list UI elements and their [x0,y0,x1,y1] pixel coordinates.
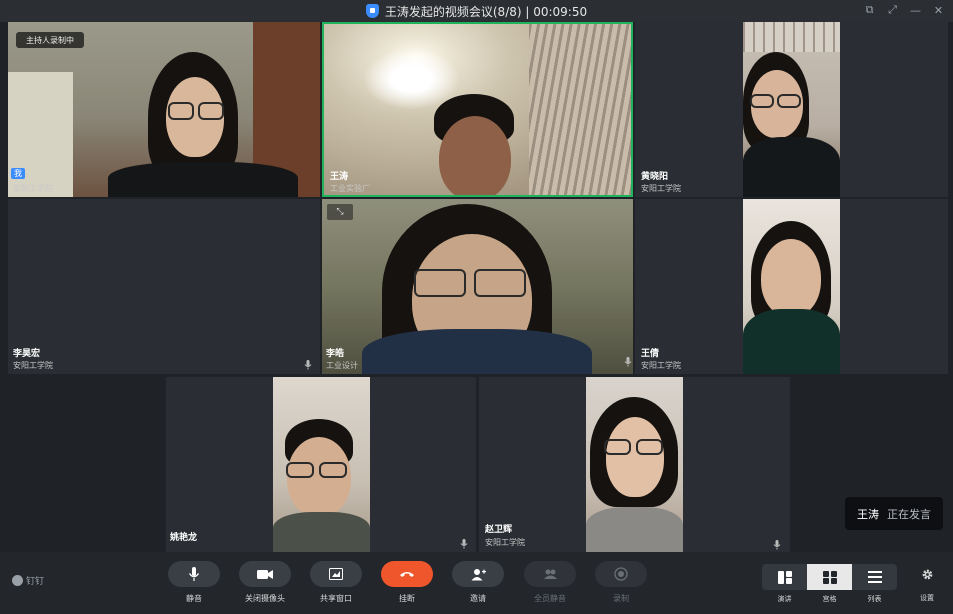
mute-all-icon [543,569,557,579]
hang-up-button[interactable]: 挂断 [381,561,433,604]
share-window-button[interactable]: 共享窗口 [310,561,362,604]
list-view-label: 列表 [867,595,882,603]
popout-icon[interactable]: ⧉ [863,3,876,17]
title-bar: 王涛发起的视频会议(8/8) | 00:09:50 ⧉ ⤢ — ✕ [0,0,953,22]
curtain [529,24,631,195]
mic-muted-icon [304,355,312,370]
list-view-button[interactable] [852,564,897,590]
security-shield-icon [365,4,379,18]
self-tag: 我 [11,168,25,179]
speaker-view-label: 演讲 [777,595,792,603]
mic-muted-icon [773,535,781,550]
grid-view-icon [822,570,837,584]
fullscreen-icon[interactable]: ⤢ [886,3,899,17]
settings-button[interactable]: 设置 [914,568,940,603]
camera-off-label: 关闭摄像头 [245,594,285,603]
video-tile-yaoyanlong[interactable]: 姚艳龙 [166,377,476,552]
microphone-icon [188,567,200,581]
speaking-indicator: 王涛 正在发言 [845,497,943,530]
list-view-icon [867,571,882,583]
speaker-view-button[interactable] [762,564,807,590]
grid-view-button[interactable] [807,564,852,590]
video-tile-wangqian[interactable]: 王倩 安阳工学院 [635,199,948,374]
video-tile-huangxiaoyang[interactable]: 黄晓阳 安阳工学院 [635,22,948,197]
logo-text: 钉钉 [26,577,45,587]
camera-icon [257,569,273,579]
speaker-status: 正在发言 [887,507,931,521]
close-icon[interactable]: ✕ [932,3,945,17]
camera-feed [8,22,320,197]
participant-org: 工业实验厂 [330,184,370,193]
participant-name: 王涛 [330,172,349,182]
view-mode-switch [762,564,898,590]
participant-name: 李皓 [326,349,345,359]
share-screen-icon [329,568,343,580]
hang-up-label: 挂断 [399,594,415,603]
invite-button[interactable]: 邀请 [452,561,504,604]
participant-org: 工业设计 [326,361,358,370]
gear-icon [922,569,932,580]
meeting-toolbar: 钉钉 静音 关闭摄像头 共享窗口 挂断 邀请 全员静音 录制 演讲 宫格 列表 … [0,552,953,614]
record-button[interactable]: 录制 [595,561,647,604]
camera-feed [324,24,631,195]
speaker-view-icon [777,570,792,584]
participant-name: 姚艳龙 [170,533,198,543]
share-window-label: 共享窗口 [320,594,352,603]
app-logo: 钉钉 [12,574,44,587]
dingtalk-logo-icon [12,575,23,586]
participant-name: 李昊宏 [13,349,41,359]
participant-org: 安阳工学院 [13,361,53,370]
mute-button[interactable]: 静音 [168,561,220,604]
camera-feed [322,199,633,374]
camera-feed [743,22,840,197]
video-tile-wangtao[interactable]: 王涛 工业实验厂 [322,22,633,197]
participant-org: 安阳工学院 [641,184,681,193]
video-tile-lihaohong[interactable]: 李昊宏 安阳工学院 [8,199,320,374]
camera-feed [273,377,370,552]
mute-label: 静音 [186,594,202,603]
participant-org: 安阳工学院 [641,361,681,370]
record-icon [614,567,628,581]
participant-org: 安阳工学院 [485,538,525,547]
camera-feed [586,377,683,552]
invite-icon [471,568,486,580]
camera-off-button[interactable]: 关闭摄像头 [239,561,291,604]
settings-label: 设置 [920,594,934,602]
mute-all-button[interactable]: 全员静音 [524,561,576,604]
expand-icon[interactable]: ⤡ [327,204,353,220]
video-grid: 主持人录制中 我 安阳工学院 王涛 工业实验厂 黄晓阳 安阳工学院 李昊宏 安阳… [8,22,948,552]
minimize-icon[interactable]: — [909,3,922,17]
recording-badge: 主持人录制中 [16,32,84,48]
window-blinds [743,22,840,52]
participant-name: 赵卫辉 [485,525,513,535]
camera-feed [743,199,840,374]
meeting-title: 王涛发起的视频会议(8/8) | 00:09:50 [365,3,588,20]
participant-org: 安阳工学院 [13,184,53,193]
participant-name: 王倩 [641,349,660,359]
mic-muted-icon [624,352,632,367]
grid-view-label: 宫格 [822,595,837,603]
video-tile-zhaoweihui[interactable]: 赵卫辉 安阳工学院 [479,377,790,552]
video-tile-self[interactable]: 主持人录制中 我 安阳工学院 [8,22,320,197]
hang-up-icon [400,572,414,577]
mic-muted-icon [460,534,468,549]
record-label: 录制 [613,594,629,603]
ceiling-light [364,49,459,109]
participant-name: 黄晓阳 [641,172,669,182]
meeting-title-text: 王涛发起的视频会议(8/8) | 00:09:50 [384,4,588,19]
mute-all-label: 全员静音 [534,594,566,603]
speaker-name: 王涛 [857,507,879,521]
invite-label: 邀请 [470,594,486,603]
video-tile-lihao[interactable]: ⤡ 李皓 工业设计 [322,199,633,374]
